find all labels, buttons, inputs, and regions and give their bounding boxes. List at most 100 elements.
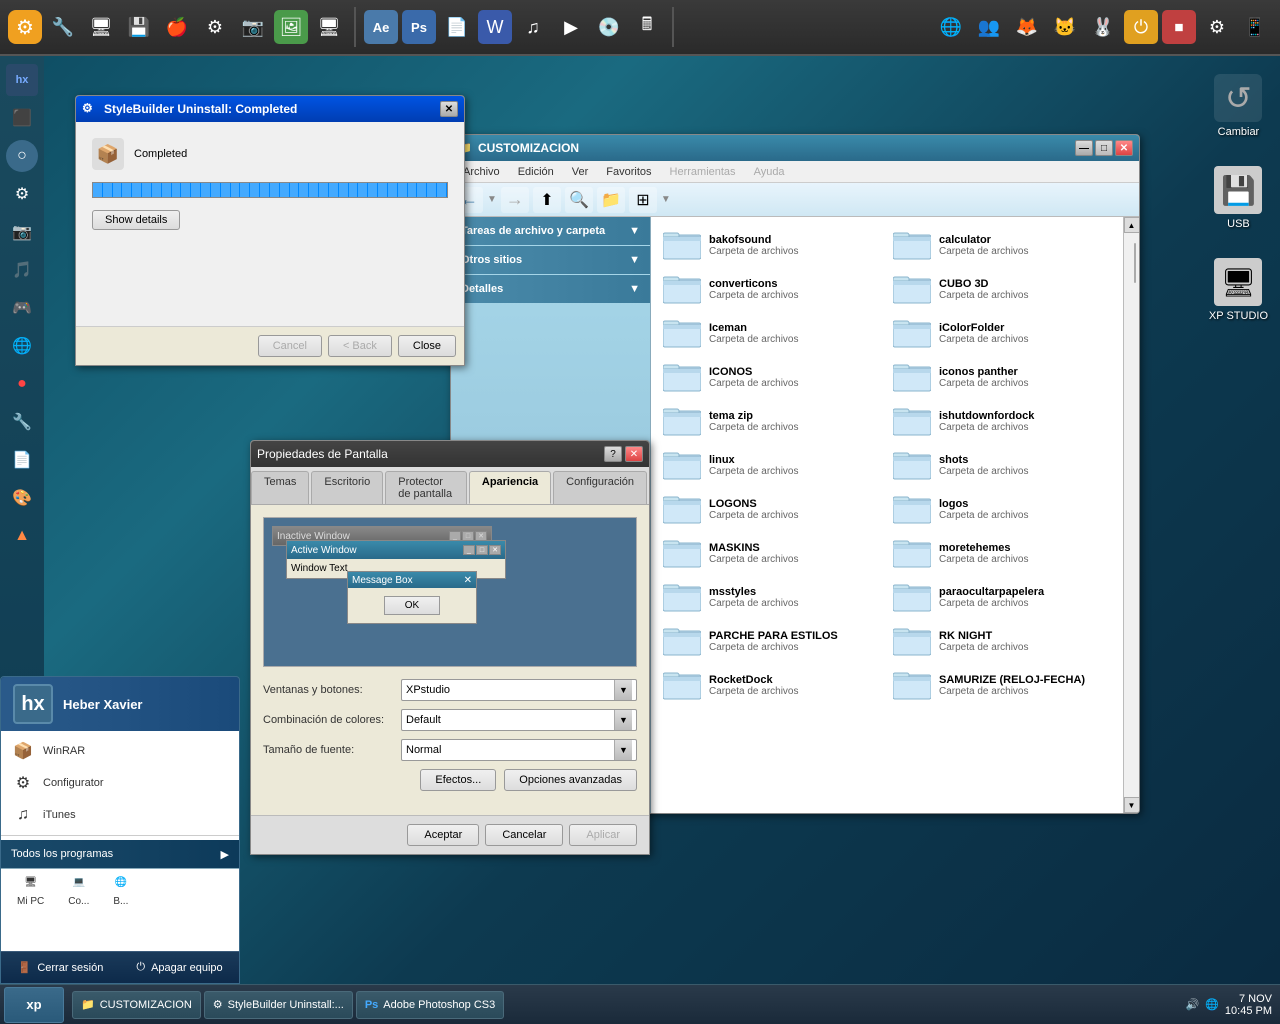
file-item[interactable]: tema zip Carpeta de archivos [659,401,885,441]
fuente-select[interactable]: Normal ▼ [401,739,637,761]
tab-configuracion[interactable]: Configuración [553,471,647,504]
file-item[interactable]: RK NIGHT Carpeta de archivos [889,621,1115,661]
sidebar-icon-1[interactable]: ⬛ [6,102,38,134]
menu-edicion[interactable]: Edición [510,164,562,180]
word-icon[interactable]: W [478,10,512,44]
ventanas-arrow[interactable]: ▼ [614,680,632,700]
up-toolbar-btn[interactable]: ⬆ [533,187,561,213]
customizacion-maximize-btn[interactable]: □ [1095,140,1113,156]
file-item[interactable]: SAMURIZE (RELOJ-FECHA) Carpeta de archiv… [889,665,1115,705]
file-item[interactable]: iColorFolder Carpeta de archivos [889,313,1115,353]
ventanas-select[interactable]: XPstudio ▼ [401,679,637,701]
close-button[interactable]: Close [398,335,456,357]
sidebar-icon-11[interactable]: 🎨 [6,482,38,514]
file-item[interactable]: msstyles Carpeta de archivos [659,577,885,617]
file-item[interactable]: Iceman Carpeta de archivos [659,313,885,353]
camera-icon[interactable]: 📷 [236,10,270,44]
sidebar-icon-8[interactable]: ● [6,368,38,400]
itunes-icon[interactable]: ♫ [516,10,550,44]
start-button[interactable]: xp [4,987,64,1023]
image-icon[interactable]: 🖼 [274,10,308,44]
sidebar-icon-3[interactable]: ⚙ [6,178,38,210]
stop-icon[interactable]: ⏹ [1162,10,1196,44]
menu-ayuda[interactable]: Ayuda [746,164,793,180]
quicktime-icon[interactable]: ▶ [554,10,588,44]
co-item[interactable]: 💻 Co... [58,873,99,911]
menu-herramientas[interactable]: Herramientas [662,164,744,180]
tab-escritorio[interactable]: Escritorio [311,471,383,504]
file-item[interactable]: logos Carpeta de archivos [889,489,1115,529]
prop-close-btn[interactable]: ✕ [625,446,643,462]
file-item[interactable]: bakofsound Carpeta de archivos [659,225,885,265]
sidebar-section-otros-header[interactable]: Otros sitios ▼ [451,246,650,274]
tab-temas[interactable]: Temas [251,471,309,504]
aplicar-btn[interactable]: Aplicar [569,824,637,846]
firefox-icon[interactable]: 🦊 [1010,10,1044,44]
file-item[interactable]: converticons Carpeta de archivos [659,269,885,309]
file-item[interactable]: LOGONS Carpeta de archivos [659,489,885,529]
rabbit-icon[interactable]: 🐰 [1086,10,1120,44]
xp-studio-icon[interactable]: 🖥 XP STUDIO [1205,254,1272,326]
sidebar-icon-2[interactable]: ○ [6,140,38,172]
fuente-arrow[interactable]: ▼ [614,740,632,760]
mi-pc-item[interactable]: 🖥 Mi PC [7,873,54,911]
search-toolbar-btn[interactable]: 🔍 [565,187,593,213]
start-item-winrar[interactable]: 📦 WinRAR [1,735,239,767]
tab-apariencia[interactable]: Apariencia [469,471,551,504]
script-icon[interactable]: ⚙ [8,10,42,44]
cat-icon[interactable]: 🐱 [1048,10,1082,44]
cancel-button[interactable]: Cancel [258,335,322,357]
tab-protector[interactable]: Protector de pantalla [385,471,467,504]
cambiar-icon[interactable]: ↺ Cambiar [1210,70,1266,142]
file-item[interactable]: RocketDock Carpeta de archivos [659,665,885,705]
menu-ver[interactable]: Ver [564,164,597,180]
file-item[interactable]: paraocultarpapelera Carpeta de archivos [889,577,1115,617]
calculator2-icon[interactable]: 🖩 [630,10,664,44]
sidebar-icon-7[interactable]: 🌐 [6,330,38,362]
colores-select[interactable]: Default ▼ [401,709,637,731]
ae-icon[interactable]: Ae [364,10,398,44]
show-details-button[interactable]: Show details [92,210,180,230]
shutdown-btn[interactable]: ⏻ Apagar equipo [120,952,239,983]
sidebar-section-detalles-header[interactable]: Detalles ▼ [451,275,650,303]
file-item[interactable]: linux Carpeta de archivos [659,445,885,485]
aceptar-btn[interactable]: Aceptar [407,824,479,846]
acrobat-icon[interactable]: 📄 [440,10,474,44]
file-item[interactable]: ishutdownfordock Carpeta de archivos [889,401,1115,441]
customizacion-close-btn[interactable]: ✕ [1115,140,1133,156]
start-item-configurator[interactable]: ⚙ Configurator [1,767,239,799]
sidebar-section-tareas-header[interactable]: Tareas de archivo y carpeta ▼ [451,217,650,245]
settings-icon[interactable]: ⚙ [198,10,232,44]
app-icon[interactable]: 📱 [1238,10,1272,44]
file-item[interactable]: shots Carpeta de archivos [889,445,1115,485]
file-item[interactable]: PARCHE PARA ESTILOS Carpeta de archivos [659,621,885,661]
globe-icon[interactable]: 🌐 [934,10,968,44]
all-programs-btn[interactable]: Todos los programas ▶ [1,840,239,868]
computer-icon[interactable]: 🖥 [84,10,118,44]
sidebar-icon-10[interactable]: 📄 [6,444,38,476]
file-item[interactable]: CUBO 3D Carpeta de archivos [889,269,1115,309]
b-item[interactable]: 🌐 B... [103,873,138,911]
scroll-thumb[interactable] [1134,243,1136,283]
view-toolbar-btn[interactable]: ⊞ [629,187,657,213]
gear3-icon[interactable]: ⚙ [1200,10,1234,44]
usb-icon-desktop[interactable]: 💾 USB [1210,162,1266,234]
menu-favoritos[interactable]: Favoritos [598,164,659,180]
taskbar-task-photoshop[interactable]: Ps Adobe Photoshop CS3 [356,991,504,1019]
hx-logo-icon[interactable]: hx [6,64,38,96]
taskbar-task-stylebuilder[interactable]: ⚙ StyleBuilder Uninstall:... [204,991,353,1019]
file-item[interactable]: calculator Carpeta de archivos [889,225,1115,265]
stylebuilder-close-btn[interactable]: ✕ [440,101,458,117]
opciones-btn[interactable]: Opciones avanzadas [504,769,637,791]
sidebar-icon-6[interactable]: 🎮 [6,292,38,324]
logout-btn[interactable]: 🚪 Cerrar sesión [1,952,120,983]
file-item[interactable]: MASKINS Carpeta de archivos [659,533,885,573]
scroll-up-btn[interactable]: ▲ [1124,217,1140,233]
prop-help-btn[interactable]: ? [604,446,622,462]
scrollbar-vertical[interactable]: ▲ ▼ [1123,217,1139,813]
sidebar-icon-12[interactable]: ▲ [6,520,38,552]
finder-icon[interactable]: 🖥 [312,10,346,44]
file-item[interactable]: moretehemes Carpeta de archivos [889,533,1115,573]
forward-toolbar-btn[interactable]: → [501,187,529,213]
sidebar-icon-4[interactable]: 📷 [6,216,38,248]
